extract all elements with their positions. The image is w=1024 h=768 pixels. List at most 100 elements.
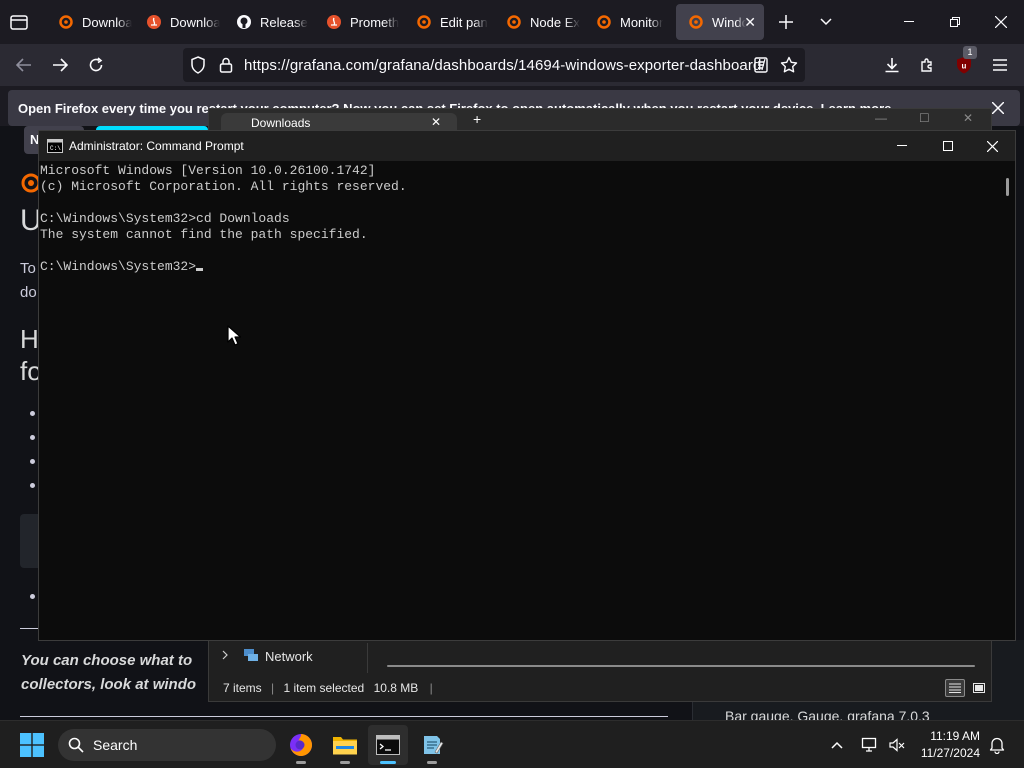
volume-tray-button[interactable] bbox=[885, 734, 909, 756]
cmd-close-button[interactable] bbox=[969, 131, 1015, 161]
bookmark-star-icon[interactable] bbox=[780, 56, 798, 74]
italic-text-line: You can choose what to bbox=[21, 652, 193, 669]
taskbar-app-file-explorer[interactable] bbox=[325, 725, 365, 765]
maximize-icon bbox=[943, 141, 953, 151]
restore-icon[interactable]: ☐ bbox=[919, 111, 930, 125]
plus-icon[interactable]: + bbox=[473, 111, 481, 127]
nav-item-network[interactable]: Network bbox=[265, 649, 313, 664]
vertical-scrollbar[interactable] bbox=[1006, 178, 1009, 196]
page-text-fragment: To bbox=[20, 260, 36, 277]
url-bar[interactable]: https://grafana.com/grafana/dashboards/1… bbox=[183, 48, 805, 82]
extensions-button[interactable] bbox=[913, 50, 943, 80]
cmd-console-output[interactable]: Microsoft Windows [Version 10.0.26100.17… bbox=[39, 162, 999, 640]
bullet-dot bbox=[30, 411, 35, 416]
bell-icon bbox=[989, 737, 1005, 754]
forward-button[interactable] bbox=[45, 50, 75, 80]
cmd-minimize-button[interactable] bbox=[879, 131, 925, 161]
console-prompt-line[interactable]: C:\Windows\System32> bbox=[40, 259, 999, 275]
cmd-title-bar[interactable]: C:\ Administrator: Command Prompt bbox=[39, 131, 1015, 161]
close-icon bbox=[986, 140, 998, 152]
cmd-app-icon: C:\ bbox=[47, 139, 63, 153]
network-tray-button[interactable] bbox=[858, 734, 882, 756]
tab-label: Windo bbox=[712, 14, 746, 30]
firefox-view-icon[interactable] bbox=[6, 10, 32, 34]
taskbar-app-command-prompt[interactable] bbox=[368, 725, 408, 765]
status-selected-count: 1 item selected bbox=[283, 681, 365, 695]
cmd-window-title: Administrator: Command Prompt bbox=[69, 139, 244, 153]
italic-text-line: collectors, look at windo bbox=[21, 676, 197, 693]
prometheus-icon bbox=[147, 15, 161, 29]
restore-icon bbox=[950, 17, 960, 27]
extension-badge: 1 bbox=[963, 46, 977, 59]
minimize-icon bbox=[897, 145, 907, 146]
taskbar-app-notepad[interactable] bbox=[412, 725, 452, 765]
search-icon bbox=[68, 737, 84, 753]
close-tab-icon[interactable]: ✕ bbox=[744, 14, 756, 31]
minimize-icon[interactable]: — bbox=[875, 111, 887, 125]
tab-label: Release bbox=[260, 14, 308, 30]
reader-view-icon[interactable] bbox=[754, 57, 768, 73]
svg-text:C:\: C:\ bbox=[50, 145, 61, 152]
browser-close-button[interactable] bbox=[978, 0, 1024, 44]
url-text[interactable]: https://grafana.com/grafana/dashboards/1… bbox=[244, 57, 766, 74]
browser-tab-active[interactable]: Windo ✕ bbox=[676, 4, 764, 40]
taskbar-app-firefox[interactable] bbox=[281, 725, 321, 765]
page-text-fragment: do bbox=[20, 284, 37, 301]
bullet-dot bbox=[30, 483, 35, 488]
ublock-extension-button[interactable]: u 1 bbox=[949, 46, 979, 80]
list-all-tabs-button[interactable] bbox=[812, 8, 840, 36]
plus-icon bbox=[779, 15, 793, 29]
browser-tab[interactable]: Release bbox=[224, 4, 310, 40]
browser-tab[interactable]: Downloa bbox=[46, 4, 132, 40]
details-view-button[interactable] bbox=[945, 679, 965, 697]
grafana-icon bbox=[689, 15, 703, 29]
console-line: The system cannot find the path specifie… bbox=[40, 227, 368, 242]
details-view-icon bbox=[949, 683, 961, 693]
explorer-tab-label: Downloads bbox=[251, 116, 311, 130]
bullet-dot bbox=[30, 459, 35, 464]
browser-restore-button[interactable] bbox=[932, 0, 978, 44]
browser-tab[interactable]: Node Ex bbox=[494, 4, 580, 40]
status-separator: | bbox=[271, 681, 275, 695]
browser-tab[interactable]: Prometh bbox=[314, 4, 400, 40]
grafana-icon bbox=[59, 15, 73, 29]
explorer-tab[interactable]: Downloads ✕ bbox=[221, 113, 457, 131]
browser-tab[interactable]: Downloa bbox=[134, 4, 220, 40]
chevron-right-icon[interactable] bbox=[221, 650, 229, 660]
puzzle-icon bbox=[921, 58, 932, 72]
cmd-maximize-button[interactable] bbox=[925, 131, 971, 161]
taskbar-clock[interactable]: 11:19 AM 11/27/2024 bbox=[916, 728, 980, 762]
browser-tab[interactable]: Edit pan bbox=[404, 4, 490, 40]
horizontal-scrollbar[interactable] bbox=[387, 665, 975, 667]
browser-tab[interactable]: Monitor bbox=[584, 4, 670, 40]
close-icon bbox=[995, 16, 1007, 28]
back-button[interactable] bbox=[9, 50, 39, 80]
thumbnail-view-icon bbox=[973, 683, 985, 693]
console-prompt: C:\Windows\System32> bbox=[40, 259, 197, 274]
minimize-icon bbox=[904, 21, 914, 22]
speaker-muted-icon bbox=[889, 738, 905, 752]
close-icon[interactable]: ✕ bbox=[963, 111, 973, 125]
downloads-button[interactable] bbox=[877, 50, 907, 80]
thumbnail-view-button[interactable] bbox=[969, 679, 989, 697]
console-line: (c) Microsoft Corporation. All rights re… bbox=[40, 179, 407, 194]
close-icon bbox=[992, 102, 1004, 114]
shield-icon[interactable] bbox=[190, 56, 206, 74]
start-button[interactable] bbox=[12, 725, 52, 765]
close-tab-icon[interactable]: ✕ bbox=[431, 115, 441, 129]
new-tab-button[interactable] bbox=[772, 8, 800, 36]
reload-button[interactable] bbox=[81, 50, 111, 80]
status-item-count: 7 items bbox=[223, 681, 262, 695]
clock-date: 11/27/2024 bbox=[920, 746, 980, 760]
tab-label: Prometh bbox=[350, 14, 400, 30]
show-hidden-icons-button[interactable] bbox=[826, 735, 848, 755]
browser-tab-strip: Downloa Downloa Release Prometh Edit pan… bbox=[0, 0, 1024, 44]
taskbar-search-box[interactable]: Search bbox=[58, 729, 276, 761]
notifications-button[interactable] bbox=[986, 734, 1008, 756]
command-prompt-window[interactable]: C:\ Administrator: Command Prompt Micros… bbox=[38, 130, 1016, 641]
app-menu-button[interactable] bbox=[985, 50, 1015, 80]
browser-minimize-button[interactable] bbox=[886, 0, 932, 44]
lock-icon[interactable] bbox=[219, 57, 233, 73]
grafana-icon bbox=[507, 15, 521, 29]
